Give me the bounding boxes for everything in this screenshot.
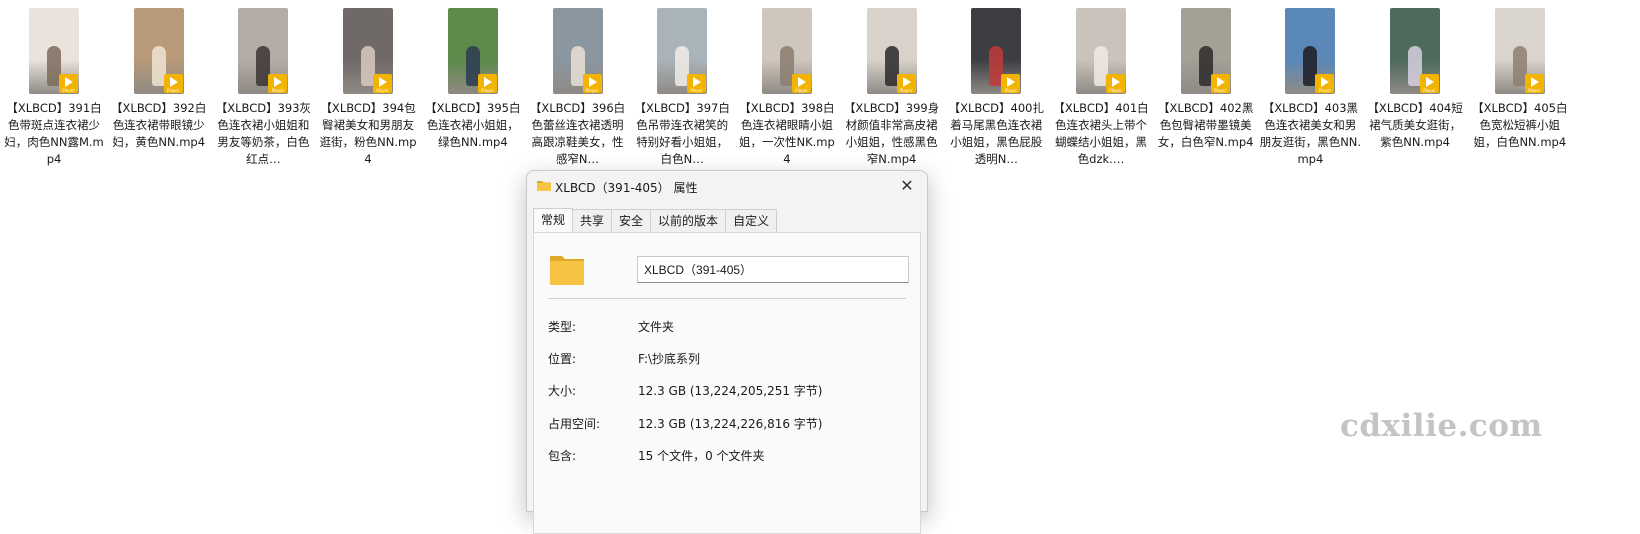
- properties-dialog: XLBCD（391-405） 属性 ✕ 常规共享安全以前的版本自定义 类型: 文…: [526, 170, 928, 534]
- video-thumbnail[interactable]: Player: [552, 8, 603, 94]
- play-icon: Player: [687, 74, 707, 93]
- dialog-tabs: 常规 共享 安全 以前的版本 自定义: [533, 208, 778, 233]
- file-item[interactable]: Player 【XLBCD】405白色宽松短裤小姐姐，白色NN.mp4: [1466, 8, 1574, 151]
- file-name: 【XLBCD】393灰色连衣裙小姐姐和男友等奶茶，白色红点…: [215, 101, 312, 166]
- play-icon: Player: [1210, 74, 1230, 93]
- tab-security[interactable]: 安全: [611, 209, 652, 232]
- video-thumbnail[interactable]: Player: [1180, 8, 1231, 94]
- file-name: 【XLBCD】395白色连衣裙小姐姐，绿色NN.mp4: [425, 101, 521, 149]
- file-name: 【XLBCD】401白色连衣裙头上带个蝴蝶结小姐姐，黑色dzk.…: [1053, 101, 1149, 166]
- play-icon: Player: [268, 74, 288, 93]
- file-name: 【XLBCD】399身材颜值非常高皮裙小姐姐，性感黑色窄N.mp4: [843, 101, 940, 166]
- file-name: 【XLBCD】398白色连衣裙眼睛小姐姐，一次性NK.mp4: [738, 101, 835, 166]
- file-item[interactable]: Player 【XLBCD】394包臀裙美女和男朋友逛街，粉色NN.mp4: [314, 8, 422, 168]
- file-name: 【XLBCD】397白色吊带连衣裙笑的特别好看小姐姐，白色N…: [634, 101, 730, 166]
- divider: [548, 298, 906, 299]
- watermark: cdxilie.com: [1340, 408, 1543, 444]
- play-icon: Player: [373, 74, 393, 93]
- play-icon: Player: [791, 74, 811, 93]
- location-label: 位置:: [548, 352, 577, 366]
- file-item[interactable]: Player 【XLBCD】397白色吊带连衣裙笑的特别好看小姐姐，白色N…: [628, 8, 736, 168]
- size-value: 12.3 GB (13,224,205,251 字节): [638, 384, 823, 398]
- general-panel: 类型: 文件夹 位置: F:\抄底系列 大小: 12.3 GB (13,224,…: [533, 232, 921, 534]
- type-label: 类型:: [548, 320, 577, 334]
- contains-value: 15 个文件，0 个文件夹: [638, 449, 765, 463]
- file-name: 【XLBCD】396白色蕾丝连衣裙透明高跟凉鞋美女，性感窄N…: [529, 101, 626, 166]
- file-name: 【XLBCD】392白色连衣裙带眼镜少妇，黄色NN.mp4: [111, 101, 207, 149]
- video-thumbnail[interactable]: Player: [657, 8, 708, 94]
- size-label: 大小:: [548, 384, 577, 398]
- file-item[interactable]: Player 【XLBCD】393灰色连衣裙小姐姐和男友等奶茶，白色红点…: [209, 8, 317, 168]
- video-thumbnail[interactable]: Player: [1076, 8, 1126, 94]
- contains-label: 包含:: [548, 449, 577, 463]
- video-thumbnail[interactable]: Player: [133, 8, 184, 94]
- file-item[interactable]: Player 【XLBCD】400扎着马尾黑色连衣裙小姐姐，黑色屁股透明N…: [942, 8, 1050, 168]
- file-name: 【XLBCD】404短裙气质美女逛街，紫色NN.mp4: [1367, 101, 1463, 149]
- close-button[interactable]: ✕: [897, 176, 917, 196]
- type-value: 文件夹: [638, 320, 675, 334]
- video-thumbnail[interactable]: Player: [1494, 8, 1545, 94]
- file-name: 【XLBCD】394包臀裙美女和男朋友逛街，粉色NN.mp4: [319, 101, 417, 166]
- tab-previous-versions[interactable]: 以前的版本: [650, 209, 727, 232]
- tab-sharing[interactable]: 共享: [572, 209, 613, 232]
- file-name: 【XLBCD】402黑色包臀裙带墨镜美女，白色窄N.mp4: [1157, 101, 1254, 149]
- file-item[interactable]: Player 【XLBCD】403黑色连衣裙美女和男朋友逛街，黑色NN.mp4: [1256, 8, 1364, 168]
- dialog-title: XLBCD（391-405） 属性: [555, 181, 698, 195]
- file-item[interactable]: Player 【XLBCD】399身材颜值非常高皮裙小姐姐，性感黑色窄N.mp4: [838, 8, 946, 168]
- disk-size-label: 占用空间:: [548, 417, 601, 431]
- file-item[interactable]: Player 【XLBCD】398白色连衣裙眼睛小姐姐，一次性NK.mp4: [733, 8, 841, 168]
- dialog-titlebar: XLBCD（391-405） 属性 ✕: [527, 171, 927, 203]
- play-icon: Player: [896, 74, 916, 93]
- location-value: F:\抄底系列: [638, 352, 701, 366]
- file-item[interactable]: Player 【XLBCD】395白色连衣裙小姐姐，绿色NN.mp4: [419, 8, 527, 151]
- play-icon: Player: [582, 74, 602, 93]
- play-icon: Player: [1315, 74, 1335, 93]
- file-grid: Player 【XLBCD】391白色带斑点连衣裙少妇，肉色NN露M.mp4 Pla…: [0, 0, 1640, 180]
- video-thumbnail[interactable]: Player: [29, 8, 79, 94]
- video-thumbnail[interactable]: Player: [1285, 8, 1336, 94]
- video-thumbnail[interactable]: Player: [238, 8, 289, 94]
- play-icon: Player: [1524, 74, 1544, 93]
- file-item[interactable]: Player 【XLBCD】396白色蕾丝连衣裙透明高跟凉鞋美女，性感窄N…: [524, 8, 632, 168]
- video-thumbnail[interactable]: Player: [447, 8, 498, 94]
- folder-name-input[interactable]: [637, 256, 909, 283]
- video-thumbnail[interactable]: Player: [866, 8, 917, 94]
- play-icon: Player: [1001, 74, 1021, 93]
- play-icon: Player: [1106, 74, 1125, 93]
- disk-size-value: 12.3 GB (13,224,226,816 字节): [638, 417, 823, 431]
- folder-icon: [550, 256, 584, 285]
- video-thumbnail[interactable]: Player: [343, 8, 394, 94]
- video-thumbnail[interactable]: Player: [761, 8, 812, 94]
- file-item[interactable]: Player 【XLBCD】402黑色包臀裙带墨镜美女，白色窄N.mp4: [1152, 8, 1260, 151]
- play-icon: Player: [477, 74, 497, 93]
- tab-general[interactable]: 常规: [533, 208, 574, 233]
- file-name: 【XLBCD】403黑色连衣裙美女和男朋友逛街，黑色NN.mp4: [1259, 101, 1362, 166]
- folder-icon: [537, 181, 551, 191]
- file-name: 【XLBCD】405白色宽松短裤小姐姐，白色NN.mp4: [1472, 101, 1568, 149]
- play-icon: Player: [163, 74, 183, 93]
- play-icon: Player: [59, 74, 78, 93]
- video-thumbnail[interactable]: Player: [971, 8, 1022, 94]
- file-item[interactable]: Player 【XLBCD】392白色连衣裙带眼镜少妇，黄色NN.mp4: [105, 8, 213, 151]
- play-icon: Player: [1420, 74, 1440, 93]
- tab-customize[interactable]: 自定义: [725, 209, 778, 232]
- file-item[interactable]: Player 【XLBCD】404短裙气质美女逛街，紫色NN.mp4: [1361, 8, 1469, 151]
- file-name: 【XLBCD】400扎着马尾黑色连衣裙小姐姐，黑色屁股透明N…: [948, 101, 1044, 166]
- file-name: 【XLBCD】391白色带斑点连衣裙少妇，肉色NN露M.mp4: [4, 101, 104, 166]
- video-thumbnail[interactable]: Player: [1390, 8, 1441, 94]
- file-item[interactable]: Player 【XLBCD】391白色带斑点连衣裙少妇，肉色NN露M.mp4: [0, 8, 108, 168]
- file-item[interactable]: Player 【XLBCD】401白色连衣裙头上带个蝴蝶结小姐姐，黑色dzk.…: [1047, 8, 1155, 168]
